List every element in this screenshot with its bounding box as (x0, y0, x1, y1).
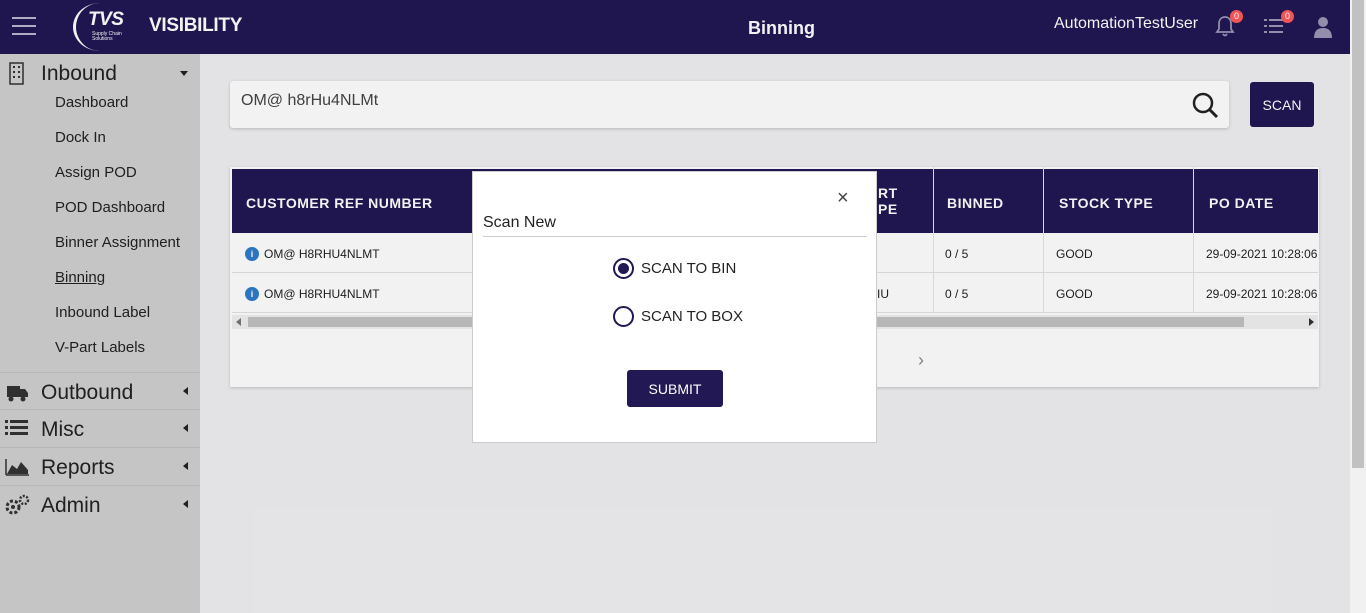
submit-button[interactable]: SUBMIT (627, 370, 723, 407)
modal-title: Scan New (483, 214, 556, 231)
scan-new-modal: × Scan New SCAN TO BIN SCAN TO BOX SUBMI… (472, 171, 877, 443)
page-scrollbar-thumb[interactable] (1352, 0, 1364, 468)
radio-button-checked[interactable] (613, 258, 634, 279)
modal-divider (483, 236, 867, 237)
page-vertical-scrollbar[interactable] (1350, 0, 1366, 613)
close-icon[interactable]: × (837, 187, 849, 210)
radio-label-scan-to-box: SCAN TO BOX (641, 308, 743, 325)
radio-button-unchecked[interactable] (613, 306, 634, 327)
radio-label-scan-to-bin: SCAN TO BIN (641, 260, 737, 277)
